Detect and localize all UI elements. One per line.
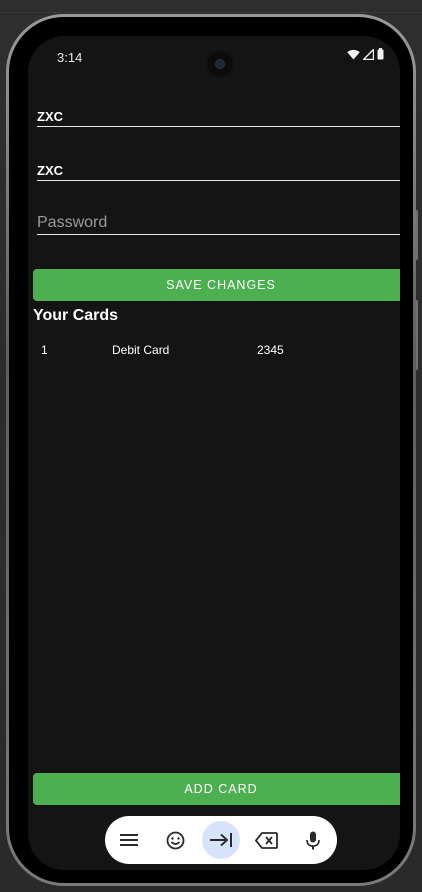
username-input[interactable] [37, 163, 400, 178]
add-card-button[interactable]: ADD CARD [33, 773, 400, 805]
emulator-window: 3:14 ZXC ZXC SAVE CHANGES Your Cards 1 D… [0, 0, 422, 892]
emoji-icon[interactable] [156, 821, 194, 859]
status-time: 3:14 [57, 50, 83, 65]
cellular-signal-icon [363, 48, 374, 60]
status-bar: 3:14 [28, 36, 400, 77]
backspace-icon[interactable] [247, 821, 285, 859]
username-field[interactable] [37, 156, 400, 181]
save-changes-button[interactable]: SAVE CHANGES [33, 269, 400, 301]
password-field[interactable] [37, 210, 400, 235]
status-icons [347, 48, 384, 60]
card-type: Debit Card [112, 343, 170, 357]
tab-icon[interactable] [202, 821, 240, 859]
wifi-icon [347, 49, 360, 60]
keyboard-toolbar [105, 816, 337, 864]
front-camera [207, 51, 233, 77]
menu-icon[interactable] [110, 821, 148, 859]
phone-bezel: 3:14 ZXC ZXC SAVE CHANGES Your Cards 1 D… [9, 17, 413, 883]
name-input[interactable] [37, 109, 400, 124]
name-field[interactable] [37, 102, 400, 127]
your-cards-heading: Your Cards [33, 307, 119, 324]
window-divider [0, 12, 422, 13]
microphone-icon[interactable] [294, 821, 332, 859]
card-number: 2345 [257, 343, 284, 357]
battery-icon [377, 48, 384, 60]
card-id: 1 [41, 343, 48, 357]
card-row[interactable]: 1 Debit Card 2345 [28, 343, 400, 361]
app-screen: 3:14 ZXC ZXC SAVE CHANGES Your Cards 1 D… [28, 36, 400, 870]
phone-frame: 3:14 ZXC ZXC SAVE CHANGES Your Cards 1 D… [6, 14, 416, 886]
password-input[interactable] [37, 214, 400, 232]
